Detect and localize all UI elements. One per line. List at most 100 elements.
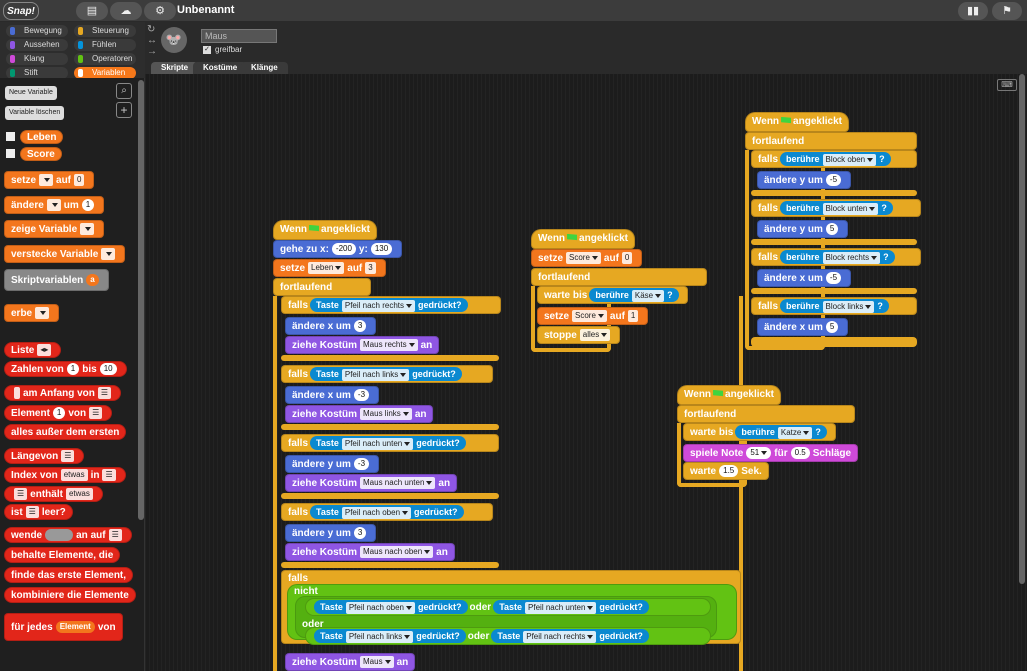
touching-predicate[interactable]: berühre Käse?: [589, 288, 679, 303]
var-dropdown[interactable]: Score: [566, 252, 601, 265]
key-pressed-predicate[interactable]: Taste Pfeil nach links gedrückt?: [314, 629, 466, 644]
input-slot[interactable]: etwas: [65, 488, 93, 501]
input-slot[interactable]: 0: [74, 174, 85, 187]
block-switch-costume[interactable]: ziehe Kostüm Maus rechts an: [285, 336, 440, 354]
block-if-right[interactable]: falls berühre Block rechts?: [751, 248, 921, 266]
input-slot[interactable]: 5: [825, 223, 839, 236]
key-pressed-predicate[interactable]: Taste Pfeil nach rechts gedrückt?: [491, 629, 649, 644]
stage-size-button[interactable]: ▮▮: [958, 2, 988, 20]
list-slot[interactable]: ☰: [102, 469, 116, 482]
key-pressed-predicate[interactable]: Taste Pfeil nach links gedrückt?: [310, 367, 462, 382]
block-script-variables[interactable]: Skriptvariablen a: [4, 269, 109, 291]
block-all-but-first[interactable]: alles außer dem ersten: [4, 424, 127, 440]
palette-scrollbar[interactable]: [138, 80, 144, 520]
block-change-y[interactable]: ändere y um 3: [285, 524, 377, 542]
block-change-x[interactable]: ändere x um 5: [757, 318, 849, 336]
object-dropdown[interactable]: Block oben: [822, 153, 877, 166]
block-if-top[interactable]: falls berühre Block oben?: [751, 150, 917, 168]
checkbox-leben[interactable]: [6, 132, 15, 141]
input-slot[interactable]: 3: [353, 320, 367, 333]
touching-predicate[interactable]: berühre Block links?: [780, 299, 889, 314]
delete-variable-button[interactable]: Variable löschen: [5, 106, 65, 120]
hat-green-flag[interactable]: Wenn angeklickt: [531, 229, 635, 249]
sprite-name-field[interactable]: Maus: [201, 29, 277, 43]
block-change-y[interactable]: ändere y um -3: [285, 455, 380, 473]
key-dropdown[interactable]: Pfeil nach oben: [341, 506, 412, 519]
input-slot[interactable]: 5: [825, 321, 839, 334]
key-pressed-predicate[interactable]: Taste Pfeil nach unten gedrückt?: [310, 436, 466, 451]
tab-costumes[interactable]: Kostüme: [193, 62, 248, 74]
tab-sounds[interactable]: Klänge: [241, 62, 288, 74]
category-motion[interactable]: Bewegung: [6, 25, 68, 37]
settings-menu-button[interactable]: ⚙: [144, 2, 176, 20]
block-keep[interactable]: behalte Elemente, die: [4, 547, 121, 563]
block-change-x[interactable]: ändere x um -3: [285, 386, 380, 404]
block-numbers[interactable]: Zahlen von 1 bis 10: [4, 361, 127, 377]
stop-dropdown[interactable]: alles: [579, 329, 611, 342]
input-slot[interactable]: [14, 387, 20, 400]
make-block-button[interactable]: +: [116, 102, 132, 118]
hat-green-flag[interactable]: Wenn angeklickt: [745, 112, 849, 132]
input-slot[interactable]: -5: [825, 174, 842, 187]
block-forever[interactable]: fortlaufend: [677, 405, 855, 423]
costume-dropdown[interactable]: Maus: [360, 656, 394, 669]
block-switch-costume[interactable]: ziehe Kostüm Maus links an: [285, 405, 434, 423]
key-dropdown[interactable]: Pfeil nach oben: [345, 601, 415, 614]
block-if-left[interactable]: falls berühre Block links?: [751, 297, 917, 315]
input-slot[interactable]: etwas: [60, 469, 88, 482]
key-dropdown[interactable]: Pfeil nach links: [345, 630, 414, 643]
list-slot[interactable]: ☰: [61, 450, 75, 463]
input-slot[interactable]: 1: [52, 407, 66, 420]
input-slot[interactable]: -5: [825, 272, 842, 285]
var-dropdown[interactable]: Score: [572, 310, 607, 323]
input-slot[interactable]: 1: [627, 310, 639, 323]
key-dropdown[interactable]: Pfeil nach links: [341, 368, 410, 381]
key-pressed-predicate[interactable]: Taste Pfeil nach unten gedrückt?: [493, 600, 649, 615]
block-if-right[interactable]: falls Taste Pfeil nach rechts gedrückt?: [281, 296, 501, 314]
category-looks[interactable]: Aussehen: [6, 39, 68, 51]
input-slot[interactable]: 0.5: [790, 447, 810, 460]
block-length[interactable]: Längevon ☰: [4, 448, 85, 464]
block-play-note[interactable]: spiele Note 51 für 0.5 Schläge: [683, 444, 859, 462]
input-slot[interactable]: 130: [370, 243, 393, 256]
block-if-left[interactable]: falls Taste Pfeil nach links gedrückt?: [281, 365, 493, 383]
category-control[interactable]: Steuerung: [74, 25, 136, 37]
block-change-x[interactable]: ändere x um -5: [757, 269, 852, 287]
block-wait-seconds[interactable]: warte 1.5 Sek.: [683, 462, 769, 480]
block-switch-costume[interactable]: ziehe Kostüm Maus nach oben an: [285, 543, 455, 561]
object-dropdown[interactable]: Block rechts: [822, 251, 881, 264]
block-item-of[interactable]: Element 1 von ☰: [4, 405, 113, 421]
new-variable-button[interactable]: Neue Variable: [5, 86, 57, 100]
file-menu-button[interactable]: ▤: [76, 2, 108, 20]
block-add-to-list[interactable]: am Anfang von ☰: [4, 385, 122, 401]
block-find-first[interactable]: finde das erste Element,: [4, 567, 134, 583]
block-if-up[interactable]: falls Taste Pfeil nach oben gedrückt?: [281, 503, 493, 521]
dropdown[interactable]: [101, 248, 116, 261]
block-switch-costume[interactable]: ziehe Kostüm Maus nach unten an: [285, 474, 458, 492]
block-set-score[interactable]: setze Score auf 1: [537, 307, 649, 325]
block-stop[interactable]: stoppe alles: [537, 326, 621, 344]
green-flag-button[interactable]: ⚑: [992, 2, 1022, 20]
var-dropdown[interactable]: Leben: [308, 262, 345, 275]
block-is-empty[interactable]: ist ☰ leer?: [4, 504, 73, 520]
touching-predicate[interactable]: berühre Block rechts?: [780, 250, 895, 265]
ring-slot[interactable]: [45, 529, 74, 542]
input-slot[interactable]: Element: [55, 621, 95, 634]
category-sensing[interactable]: Fühlen: [74, 39, 136, 51]
block-map[interactable]: wende an auf ☰: [4, 527, 132, 543]
dropdown[interactable]: [39, 174, 54, 187]
block-change-x[interactable]: ändere x um 3: [285, 317, 377, 335]
block-switch-costume[interactable]: ziehe Kostüm Maus an: [285, 653, 416, 671]
list-slot[interactable]: ☰: [97, 387, 112, 400]
input-slot[interactable]: 1: [66, 363, 80, 376]
block-show-var[interactable]: zeige Variable: [4, 220, 105, 238]
block-set-leben[interactable]: setze Leben auf 3: [273, 259, 386, 277]
key-dropdown[interactable]: Pfeil nach rechts: [341, 299, 415, 312]
block-set-score[interactable]: setze Score auf 0: [531, 249, 643, 267]
var-reporter-score[interactable]: Score: [20, 147, 62, 161]
keyboard-entry-button[interactable]: ⌨: [997, 79, 1017, 91]
block-contains[interactable]: ☰ enthält etwas: [4, 486, 103, 502]
block-wait-until[interactable]: warte bis berühre Käse?: [537, 286, 688, 304]
scripting-area[interactable]: ⌨ Wenn angeklickt gehe zu x: -200 y: 130 set…: [145, 74, 1027, 671]
block-for-each[interactable]: für jedes Element von: [4, 613, 123, 641]
